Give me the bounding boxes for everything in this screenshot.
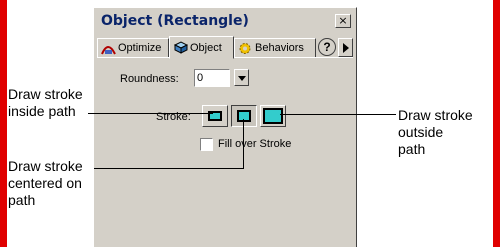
fill-over-stroke-checkbox[interactable] [200, 138, 213, 151]
callout-outside-line-2: outside [398, 124, 444, 140]
callout-centered-line-1: Draw stroke [8, 158, 83, 174]
callout-centered: Draw stroke centered on path [8, 158, 83, 209]
stroke-outside-button[interactable] [260, 105, 286, 127]
close-button[interactable]: × [335, 14, 351, 28]
left-red-border [0, 0, 7, 247]
roundness-label: Roundness: [120, 73, 179, 85]
callout-inside: Draw stroke inside path [8, 86, 83, 120]
callout-inside-line-2: inside path [8, 103, 76, 119]
callout-inside-leader [88, 113, 213, 114]
fill-over-stroke-label: Fill over Stroke [218, 138, 292, 150]
tab-optimize[interactable]: Optimize [97, 38, 169, 58]
panel-title: Object (Rectangle) [101, 13, 249, 29]
object-panel: Object (Rectangle) × Optimize Object Beh… [93, 7, 357, 247]
tab-behaviors[interactable]: Behaviors [234, 38, 316, 58]
object-cube-icon [173, 41, 189, 54]
tab-object[interactable]: Object [169, 36, 234, 59]
callout-inside-line-1: Draw stroke [8, 86, 83, 102]
callout-outside-line-1: Draw stroke [398, 107, 473, 123]
roundness-input[interactable]: 0 [194, 69, 230, 87]
panel-menu-arrow-button[interactable] [338, 38, 353, 57]
roundness-dropdown-button[interactable] [234, 69, 249, 86]
callout-centered-line-2: centered on [8, 175, 82, 191]
help-button[interactable]: ? [318, 38, 336, 56]
behaviors-gear-icon [238, 42, 253, 55]
stroke-inside-button[interactable] [202, 105, 228, 127]
panel-tabs: Optimize Object Behaviors ? [97, 36, 353, 59]
callout-outside-line-3: path [398, 141, 426, 157]
callout-outside-leader [280, 114, 396, 115]
callout-centered-leader-v [243, 119, 244, 169]
tab-optimize-label: Optimize [118, 42, 162, 54]
tab-behaviors-label: Behaviors [255, 42, 304, 54]
optimize-icon [101, 42, 116, 55]
panel-titlebar[interactable]: Object (Rectangle) × [97, 11, 353, 33]
tab-object-label: Object [190, 41, 222, 54]
right-red-border [493, 0, 500, 247]
callout-outside: Draw stroke outside path [398, 107, 473, 158]
callout-centered-line-3: path [8, 192, 36, 208]
callout-centered-leader-h [94, 168, 244, 169]
stroke-centered-button[interactable] [231, 105, 257, 127]
